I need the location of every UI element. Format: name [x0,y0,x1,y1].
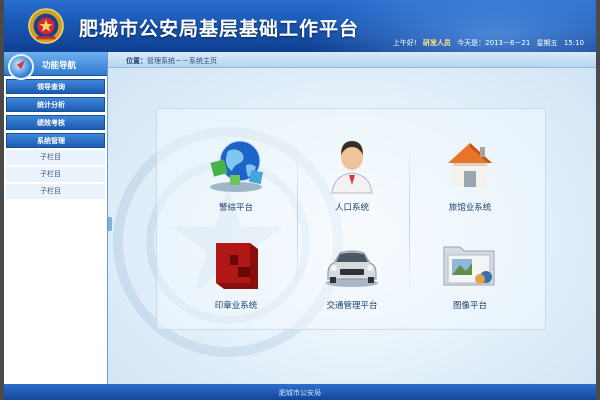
sidebar-item-statistics[interactable]: 统计分析 [6,97,105,112]
globe-network-icon [210,140,264,192]
current-time: 15:10 [563,39,584,47]
current-weekday: 星期五 [536,39,558,47]
tile-hotel-system[interactable]: 旅馆业系统 [415,127,525,227]
current-user[interactable]: 研发人员 [423,39,451,47]
sidebar-item-leader-query[interactable]: 领导查询 [6,79,105,94]
sidebar-item-system-management[interactable]: 系统管理 [6,133,105,148]
house-icon [448,143,492,187]
person-icon [331,141,373,194]
greeting-text: 上午好! [392,39,417,47]
user-status-bar: 上午好! 研发人员 今天是：2013－6－21 星期五 15:10 [389,38,584,48]
tile-police-platform[interactable]: 警综平台 [181,127,291,227]
sidebar-subitem[interactable]: 子栏目 [6,150,105,165]
tile-seal-system[interactable]: 印章业系统 [181,225,291,325]
breadcrumb: 位置：管理系统－－系统主页 [126,56,217,66]
sidebar-subitem[interactable]: 子栏目 [6,184,105,199]
police-emblem-icon [28,8,64,44]
main-content: 位置：管理系统－－系统主页 警综平台 人口系统 旅馆业系统 印章业系统 交通管理… [108,52,596,384]
system-launcher-panel: 警综平台 人口系统 旅馆业系统 印章业系统 交通管理平台 图像平台 [156,108,546,330]
sidebar-nav: 功能导航 领导查询 统计分析 绩效考核 系统管理 子栏目 子栏目 子栏目 [4,52,108,384]
breadcrumb-path: 管理系统－－系统主页 [147,57,217,65]
current-date: 2013－6－21 [485,39,531,47]
tile-population-system[interactable]: 人口系统 [297,127,407,227]
header-banner: 肥城市公安局基层基础工作平台 上午好! 研发人员 今天是：2013－6－21 星… [4,0,596,52]
nav-header: 功能导航 [4,52,107,80]
tile-label: 旅馆业系统 [448,203,492,213]
tile-traffic-platform[interactable]: 交通管理平台 [297,225,407,325]
tile-divider [409,145,410,295]
tile-label: 图像平台 [452,301,487,311]
tile-label: 警综平台 [218,203,253,213]
breadcrumb-bar: 位置：管理系统－－系统主页 [108,52,596,68]
breadcrumb-label: 位置： [126,57,147,65]
tile-label: 人口系统 [334,203,369,213]
nav-title: 功能导航 [42,61,77,71]
footer-bar: 肥城市公安局 [4,384,596,400]
red-seal-icon [216,243,258,289]
car-icon [326,250,378,287]
tile-image-platform[interactable]: 图像平台 [415,225,525,325]
compass-icon [8,54,34,80]
sidebar-subitem[interactable]: 子栏目 [6,167,105,182]
tile-label: 印章业系统 [214,301,258,311]
footer-text: 肥城市公安局 [279,389,321,397]
sidebar-item-performance[interactable]: 绩效考核 [6,115,105,130]
app-title: 肥城市公安局基层基础工作平台 [79,18,360,40]
tile-label: 交通管理平台 [326,301,378,311]
image-folder-icon [443,246,495,286]
today-label: 今天是： [457,39,486,47]
